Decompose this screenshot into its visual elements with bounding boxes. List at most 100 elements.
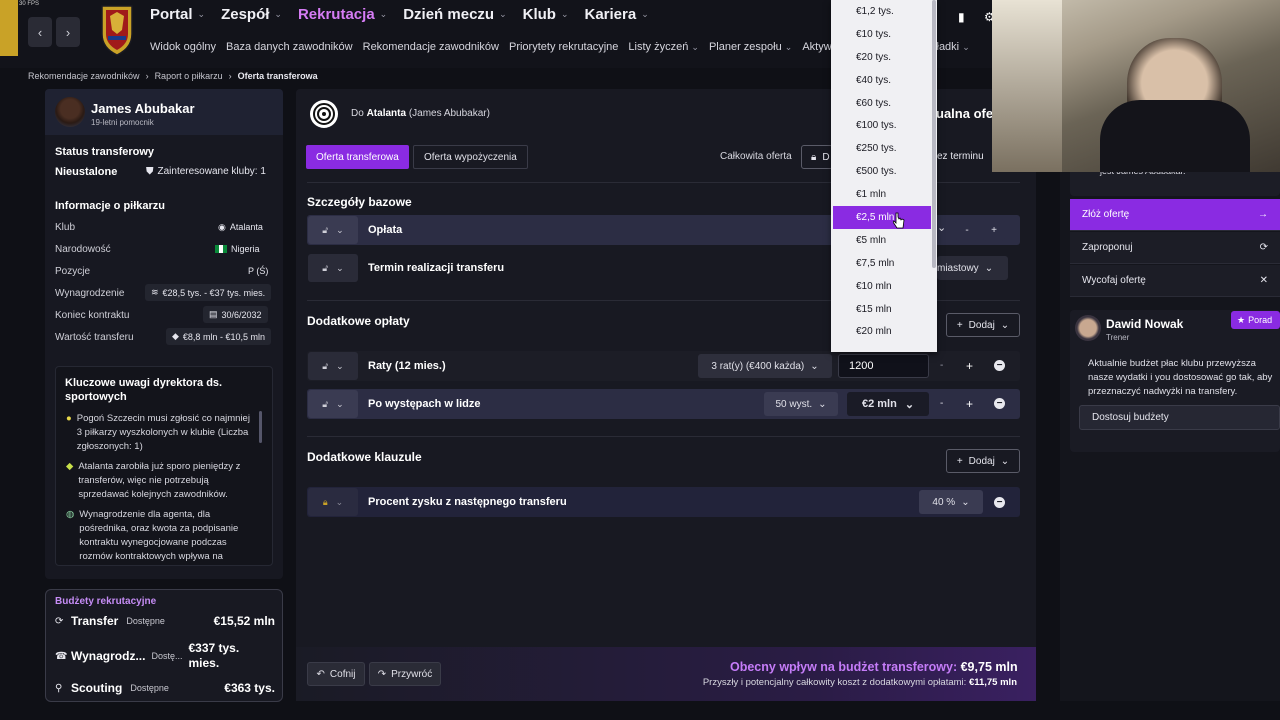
- dropdown-option[interactable]: €2,5 mln: [833, 206, 931, 229]
- forward-button[interactable]: ›: [56, 17, 80, 47]
- dropdown-option[interactable]: €20 mln: [831, 320, 937, 343]
- info-club-label: Klub: [55, 222, 76, 233]
- subnav-recommendations[interactable]: Rekomendacje zawodników: [363, 41, 499, 53]
- chevron-down-icon: ⌄: [335, 496, 344, 507]
- dropdown-option[interactable]: €20 tys.: [831, 46, 937, 69]
- adjust-budgets-button[interactable]: Dostosuj budżety: [1079, 405, 1280, 430]
- info-nationality-label: Narodowość: [55, 244, 111, 255]
- budget-row-scouting[interactable]: ⚲ Scouting Dostępne €363 tys.: [55, 681, 275, 695]
- fee-label: Opłata: [368, 224, 403, 236]
- installments-lock-button[interactable]: 🔓︎ ⌄: [308, 352, 358, 380]
- dropdown-option[interactable]: €500 tys.: [831, 160, 937, 183]
- dropdown-option[interactable]: €1 mln: [831, 183, 937, 206]
- remove-installments-button[interactable]: −: [994, 360, 1005, 371]
- appearances-select[interactable]: 50 wyst. ⌄: [764, 392, 838, 416]
- deadline-label: Termin realizacji transferu: [368, 262, 505, 274]
- dropdown-option[interactable]: €7,5 mln: [831, 252, 937, 275]
- appearances-decrease-button[interactable]: -: [940, 398, 943, 409]
- submit-offer-button[interactable]: Złóż ofertę →: [1070, 199, 1280, 231]
- dropdown-scrollbar[interactable]: [932, 0, 936, 268]
- appearances-lock-button[interactable]: 🔓︎ ⌄: [308, 390, 358, 418]
- fee-lock-button[interactable]: 🔓︎ ⌄: [308, 216, 358, 244]
- remove-appearances-button[interactable]: −: [994, 398, 1005, 409]
- dropdown-option[interactable]: €5 mln: [831, 229, 937, 252]
- current-offer-heading: ualna ofe: [936, 106, 994, 121]
- lock-icon: 🔓︎: [322, 224, 329, 235]
- chevron-down-icon: ⌄: [336, 398, 344, 409]
- budget-row-transfer[interactable]: ⟳ Transfer Dostępne €15,52 mln: [55, 614, 275, 628]
- chevron-left-icon: ‹: [37, 24, 43, 40]
- budget-row-wages[interactable]: ☎ Wynagrodz... Dostę... €337 tys. mies.: [55, 641, 275, 671]
- dropdown-option[interactable]: €250 tys.: [831, 137, 937, 160]
- nav-matchday[interactable]: Dzień meczu ⌄: [403, 6, 506, 23]
- dropdown-option[interactable]: €60 tys.: [831, 92, 937, 115]
- notes-scrollbar[interactable]: [259, 411, 262, 443]
- dropdown-option[interactable]: €40 tys.: [831, 69, 937, 92]
- club-crest-logo[interactable]: [100, 4, 134, 56]
- potential-cost: Przyszły i potencjalny całkowity koszt z…: [702, 677, 1017, 688]
- chevron-right-icon: ›: [145, 71, 149, 81]
- nigeria-flag-icon: [215, 245, 227, 253]
- sub-navigation: Widok ogólny Baza danych zawodników Reko…: [150, 41, 882, 53]
- appearances-amount-select[interactable]: €2 mln ⌄: [847, 392, 929, 416]
- total-offer-select[interactable]: 🔒︎ D: [801, 145, 833, 169]
- sellon-lock-button[interactable]: 🔒︎ ⌄: [308, 488, 358, 516]
- redo-button[interactable]: ↷ Przywróć: [369, 662, 441, 686]
- subnav-priorities[interactable]: Priorytety rekrutacyjne: [509, 41, 618, 53]
- nav-recruitment[interactable]: Rekrutacja ⌄: [298, 6, 387, 23]
- nav-club[interactable]: Klub ⌄: [523, 6, 569, 23]
- subnav-player-database[interactable]: Baza danych zawodników: [226, 41, 353, 53]
- installments-amount-input[interactable]: 1200: [838, 354, 929, 378]
- nav-underline: [150, 35, 265, 37]
- breadcrumb-recommendations[interactable]: Rekomendacje zawodników: [28, 71, 140, 81]
- player-name[interactable]: James Abubakar: [91, 101, 195, 116]
- installments-select[interactable]: 3 rat(y) (€400 każda) ⌄: [698, 354, 832, 378]
- subnav-wishlists[interactable]: Listy życzeń ⌄: [628, 41, 699, 53]
- nav-career[interactable]: Kariera ⌄: [585, 6, 649, 23]
- interested-clubs[interactable]: ⛊ Zainteresowane kluby: 1: [146, 166, 266, 177]
- dropdown-option[interactable]: €10 tys.: [831, 23, 937, 46]
- tab-transfer-offer[interactable]: Oferta transferowa: [306, 145, 409, 169]
- subnav-squad-planner[interactable]: Planer zespołu ⌄: [709, 41, 792, 53]
- back-button[interactable]: ‹: [28, 17, 52, 47]
- nav-portal[interactable]: Portal ⌄: [150, 6, 205, 23]
- chevron-down-icon: ⌄: [962, 42, 970, 52]
- info-nationality-value[interactable]: Nigeria: [215, 244, 260, 254]
- deadline-lock-button[interactable]: 🔓︎ ⌄: [308, 254, 358, 282]
- avatar[interactable]: [55, 97, 85, 127]
- deadline-select[interactable]: miastowy ⌄: [937, 256, 1008, 280]
- chevron-down-icon: ⌄: [197, 9, 206, 19]
- wage-icon: ☎: [55, 650, 68, 662]
- withdraw-offer-button[interactable]: Wycofaj ofertę ✕: [1070, 265, 1280, 297]
- subnav-overview[interactable]: Widok ogólny: [150, 41, 216, 53]
- close-icon: ✕: [1259, 275, 1268, 286]
- deadline-select-partial[interactable]: ez terminu: [937, 151, 984, 162]
- add-fee-button[interactable]: + Dodaj ⌄: [946, 313, 1020, 337]
- add-clause-button[interactable]: + Dodaj ⌄: [946, 449, 1020, 473]
- fee-increase-button[interactable]: +: [983, 219, 1005, 241]
- installments-increase-button[interactable]: +: [966, 359, 973, 373]
- fee-decrease-button[interactable]: -: [956, 219, 978, 241]
- info-club-value[interactable]: ◉ Atalanta: [218, 222, 263, 233]
- remove-sellon-button[interactable]: −: [994, 497, 1005, 508]
- dropdown-option[interactable]: €15 mln: [831, 298, 937, 321]
- sellon-select[interactable]: 40 % ⌄: [919, 490, 983, 514]
- gear-icon[interactable]: ⚙: [984, 10, 995, 26]
- undo-button[interactable]: ↶ Cofnij: [307, 662, 365, 686]
- advisor-role: Trener: [1106, 333, 1130, 342]
- director-notes-title: Kluczowe uwagi dyrektora ds. sportowych: [65, 377, 223, 403]
- side-accent-strip: [0, 0, 18, 56]
- dropdown-option[interactable]: €1,2 tys.: [831, 0, 937, 23]
- fee-dropdown-chevron[interactable]: ⌄: [937, 221, 946, 234]
- tab-loan-offer[interactable]: Oferta wypożyczenia: [413, 145, 528, 169]
- nav-team[interactable]: Zespół ⌄: [221, 6, 282, 23]
- document-icon: ▤: [209, 309, 218, 319]
- dropdown-option[interactable]: €10 mln: [831, 275, 937, 298]
- breadcrumb-report[interactable]: Raport o piłkarzu: [155, 71, 223, 81]
- appearances-increase-button[interactable]: +: [966, 397, 973, 411]
- bookmark-icon[interactable]: ▮: [958, 10, 972, 26]
- installments-decrease-button[interactable]: -: [940, 360, 943, 371]
- dropdown-option[interactable]: €100 tys.: [831, 114, 937, 137]
- propose-button[interactable]: Zaproponuj ⟳: [1070, 232, 1280, 264]
- total-offer-label: Całkowita oferta: [720, 151, 792, 162]
